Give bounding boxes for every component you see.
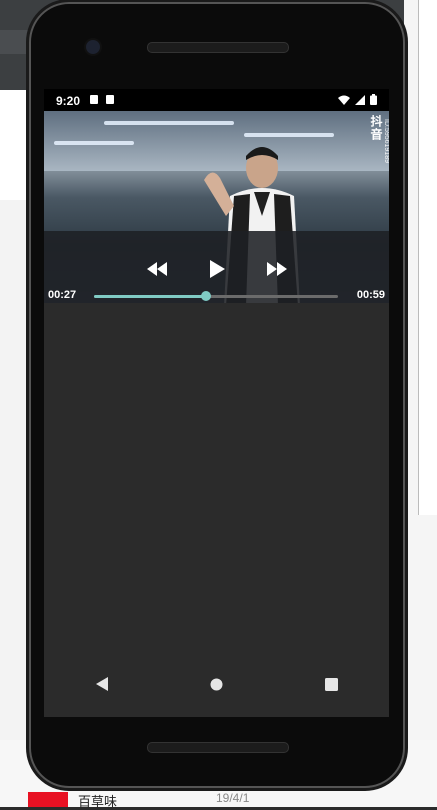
back-icon: [95, 677, 108, 691]
list-item-icon: [28, 792, 68, 807]
navigation-bar: [44, 664, 389, 704]
top-speaker: [147, 42, 289, 53]
play-button[interactable]: [204, 258, 230, 280]
duration: 00:59: [356, 289, 385, 301]
watermark-id: ID:595619189: [383, 119, 389, 163]
sd-card-icon: [106, 95, 114, 104]
status-bar: 9:20: [44, 89, 389, 111]
bottom-speaker: [147, 742, 289, 753]
video-light: [104, 121, 234, 125]
play-icon: [209, 260, 225, 278]
recents-icon: [325, 677, 338, 691]
rewind-button[interactable]: [144, 258, 170, 280]
playback-controls: [44, 254, 389, 284]
video-light: [54, 141, 134, 145]
front-camera: [86, 40, 100, 54]
video-player[interactable]: 抖音 ID:595619189 00:27 00:59: [44, 111, 389, 303]
signal-icon: [355, 94, 365, 105]
recents-button[interactable]: [317, 669, 347, 699]
home-icon: [210, 678, 223, 690]
seek-bar-row: 00:27 00:59: [44, 283, 389, 303]
desktop-right-panel: [404, 0, 437, 807]
notification-a-icon: [90, 95, 98, 104]
fast-forward-icon: [266, 262, 287, 276]
battery-icon: [370, 94, 377, 105]
seek-bar-thumb[interactable]: [200, 291, 211, 301]
list-item-name: 百草味: [78, 794, 118, 809]
wifi-icon: [338, 95, 350, 105]
seek-bar[interactable]: [94, 291, 338, 301]
rewind-icon: [146, 262, 167, 276]
list-item-date: 19/4/1: [216, 791, 250, 805]
fast-forward-button[interactable]: [264, 258, 290, 280]
phone-screen: 9:20 抖音 ID:595619189 00:27 00:59: [44, 89, 389, 717]
back-button[interactable]: [87, 669, 117, 699]
phone-frame: 9:20 抖音 ID:595619189 00:27 00:59: [29, 2, 405, 788]
current-time: 00:27: [48, 289, 77, 301]
seek-bar-progress: [94, 295, 206, 298]
home-button[interactable]: [202, 669, 232, 699]
status-time: 9:20: [56, 94, 81, 108]
